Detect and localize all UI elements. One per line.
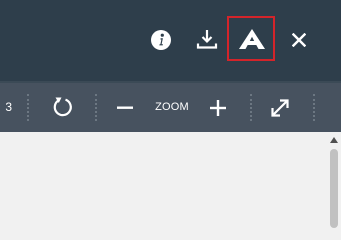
toolbar-separator xyxy=(250,94,252,121)
toolbar-separator xyxy=(27,94,29,121)
scroll-up-arrow-icon[interactable] xyxy=(330,137,338,143)
zoom-label: ZOOM xyxy=(155,101,189,113)
expand-icon[interactable] xyxy=(271,99,289,117)
rotate-icon[interactable] xyxy=(52,96,74,118)
document-area xyxy=(0,132,341,228)
page-number: 3 xyxy=(5,100,12,114)
plus-icon[interactable] xyxy=(210,100,226,116)
scrollbar-thumb[interactable] xyxy=(330,149,338,228)
info-icon[interactable] xyxy=(150,29,172,51)
font-button-highlight xyxy=(227,16,275,61)
vertical-scrollbar[interactable] xyxy=(327,132,341,228)
download-icon[interactable] xyxy=(196,28,218,50)
close-icon[interactable] xyxy=(292,33,306,47)
toolbar-separator xyxy=(313,94,315,121)
minus-icon[interactable] xyxy=(117,106,133,110)
toolbar-separator xyxy=(95,94,97,121)
